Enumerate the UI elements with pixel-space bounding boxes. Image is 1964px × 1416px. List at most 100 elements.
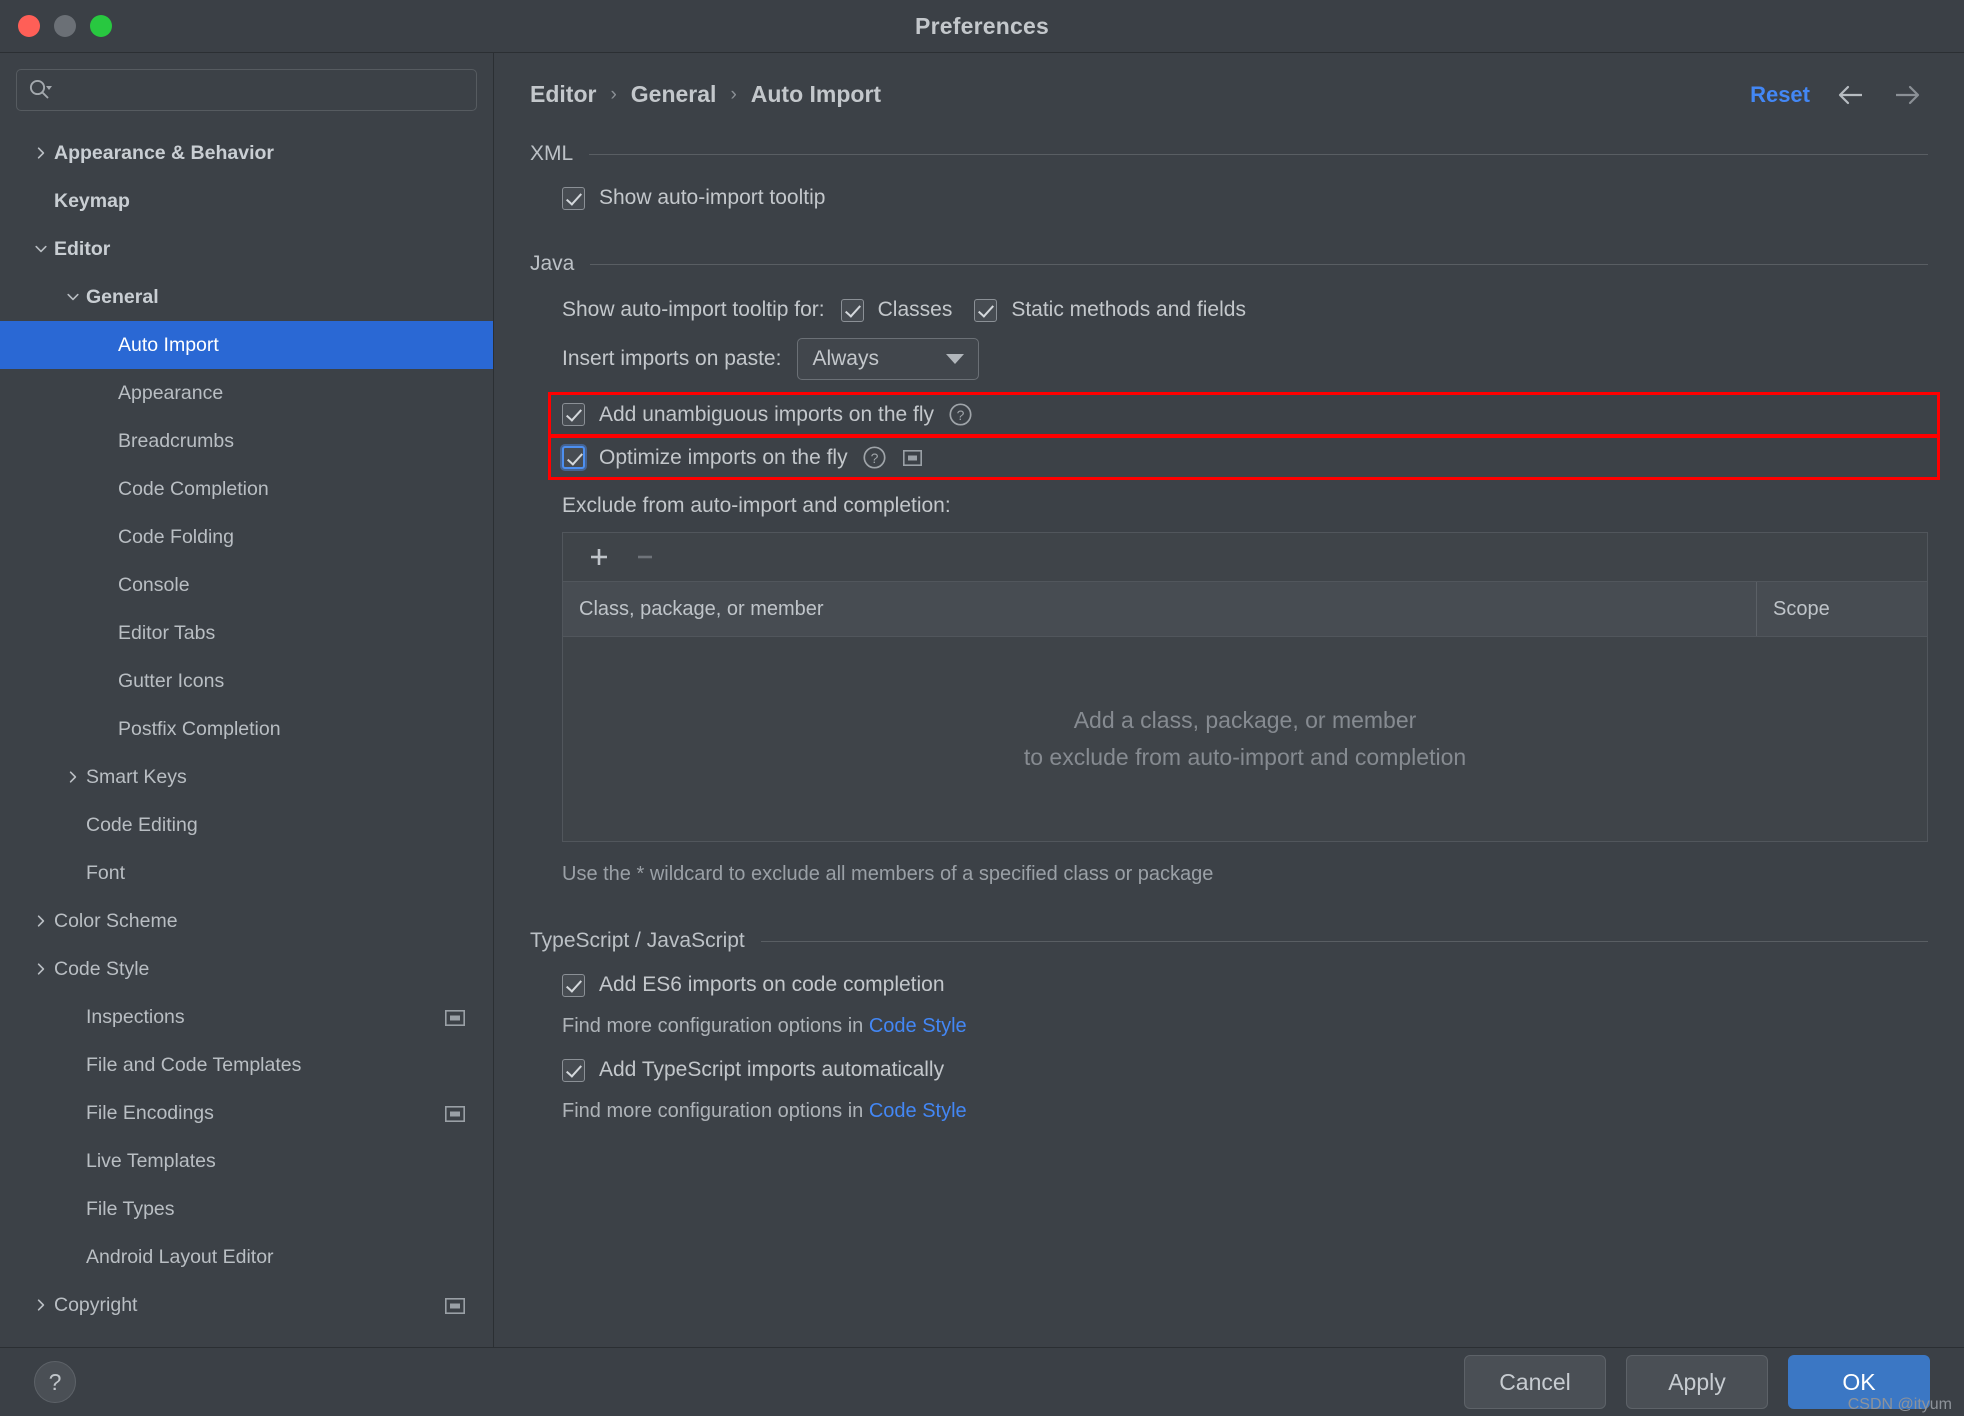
sidebar-item-gutter-icons[interactable]: Gutter Icons bbox=[0, 657, 493, 705]
apply-button[interactable]: Apply bbox=[1626, 1355, 1768, 1409]
sidebar-item-color-scheme[interactable]: Color Scheme bbox=[0, 897, 493, 945]
sidebar-item-label: File Types bbox=[86, 1197, 175, 1220]
window-body: Appearance & Behavior Keymap Editor General… bbox=[0, 53, 1964, 1347]
add-es6-imports-checkbox[interactable] bbox=[562, 973, 585, 997]
sidebar-item-copyright[interactable]: Copyright bbox=[0, 1281, 493, 1329]
add-typescript-imports-checkbox[interactable] bbox=[562, 1058, 585, 1082]
back-arrow-icon[interactable] bbox=[1836, 83, 1866, 107]
sidebar-item-inspections[interactable]: Inspections bbox=[0, 993, 493, 1041]
chevron-right-icon[interactable] bbox=[28, 913, 54, 929]
insert-imports-on-paste-select[interactable]: Always bbox=[797, 338, 980, 380]
sidebar-item-font[interactable]: Font bbox=[0, 849, 493, 897]
sidebar-item-code-editing[interactable]: Code Editing bbox=[0, 801, 493, 849]
java-classes-label: Classes bbox=[877, 298, 953, 321]
sidebar-item-label: Postfix Completion bbox=[118, 717, 281, 740]
sidebar-item-appearance[interactable]: Appearance bbox=[0, 369, 493, 417]
preferences-window: Preferences Appearance & Behavior Keymap E bbox=[0, 0, 1964, 1416]
add-typescript-imports-label: Add TypeScript imports automatically bbox=[599, 1058, 945, 1081]
xml-show-tooltip-checkbox[interactable] bbox=[562, 186, 585, 210]
ts-code-style-link[interactable]: Code Style bbox=[869, 1100, 967, 1122]
add-unambiguous-imports-checkbox[interactable] bbox=[562, 403, 585, 426]
sidebar-item-label: Code Completion bbox=[118, 477, 269, 500]
chevron-right-icon bbox=[92, 625, 118, 641]
forward-arrow-icon[interactable] bbox=[1892, 83, 1922, 107]
sidebar-item-auto-import[interactable]: Auto Import bbox=[0, 321, 493, 369]
chevron-right-icon bbox=[60, 1057, 86, 1073]
window-title: Preferences bbox=[915, 12, 1049, 39]
sidebar-item-code-completion[interactable]: Code Completion bbox=[0, 465, 493, 513]
help-circle-icon[interactable]: ? bbox=[948, 402, 973, 427]
chevron-right-icon[interactable] bbox=[28, 1297, 54, 1313]
reset-link[interactable]: Reset bbox=[1750, 82, 1810, 108]
ts-imports-row[interactable]: Add TypeScript imports automatically bbox=[562, 1058, 1928, 1082]
chevron-down-icon[interactable] bbox=[60, 289, 86, 305]
sidebar-item-label: Inspections bbox=[86, 1005, 185, 1028]
search-box[interactable] bbox=[16, 69, 477, 111]
sidebar-search-wrap bbox=[0, 53, 493, 111]
optimize-imports-row[interactable]: Optimize imports on the fly ? bbox=[562, 445, 1928, 470]
sidebar-item-appearance-behavior[interactable]: Appearance & Behavior bbox=[0, 129, 493, 177]
breadcrumb-separator-icon: › bbox=[730, 83, 737, 105]
add-unambiguous-imports-row[interactable]: Add unambiguous imports on the fly ? bbox=[562, 402, 1928, 427]
exclude-table: Class, package, or member Scope Add a cl… bbox=[562, 532, 1928, 842]
project-scope-badge-icon bbox=[445, 1297, 465, 1314]
sidebar-item-android-layout-editor[interactable]: Android Layout Editor bbox=[0, 1233, 493, 1281]
es6-code-style-note: Find more configuration options in Code … bbox=[562, 1015, 1928, 1038]
breadcrumb-actions: Reset bbox=[1750, 82, 1922, 108]
chevron-right-icon bbox=[92, 721, 118, 737]
maximize-window-button[interactable] bbox=[90, 15, 112, 37]
project-scope-badge-icon bbox=[902, 449, 922, 466]
sidebar-item-code-folding[interactable]: Code Folding bbox=[0, 513, 493, 561]
sidebar-item-label: Copyright bbox=[54, 1293, 138, 1316]
help-circle-icon[interactable]: ? bbox=[862, 445, 887, 470]
es6-code-style-link[interactable]: Code Style bbox=[869, 1015, 967, 1037]
watermark: CSDN @ityum bbox=[1847, 1396, 1952, 1413]
sidebar-item-code-style[interactable]: Code Style bbox=[0, 945, 493, 993]
sidebar-item-keymap[interactable]: Keymap bbox=[0, 177, 493, 225]
chevron-right-icon bbox=[60, 817, 86, 833]
column-header-scope[interactable]: Scope bbox=[1757, 582, 1927, 636]
sidebar-item-smart-keys[interactable]: Smart Keys bbox=[0, 753, 493, 801]
help-button[interactable]: ? bbox=[34, 1361, 76, 1403]
sidebar-item-label: File Encodings bbox=[86, 1101, 214, 1124]
breadcrumb-editor[interactable]: Editor bbox=[530, 81, 596, 108]
java-static-methods-checkbox[interactable] bbox=[974, 298, 998, 322]
sidebar-item-file-encodings[interactable]: File Encodings bbox=[0, 1089, 493, 1137]
sidebar-item-editor[interactable]: Editor bbox=[0, 225, 493, 273]
section-ts-header: TypeScript / JavaScript bbox=[530, 929, 1928, 953]
breadcrumb-general[interactable]: General bbox=[631, 81, 717, 108]
sidebar-item-file-types[interactable]: File Types bbox=[0, 1185, 493, 1233]
chevron-right-icon[interactable] bbox=[28, 961, 54, 977]
close-window-button[interactable] bbox=[18, 15, 40, 37]
add-exclusion-button[interactable] bbox=[585, 543, 613, 571]
chevron-down-icon[interactable] bbox=[28, 241, 54, 257]
search-input[interactable] bbox=[53, 79, 466, 101]
sidebar-item-postfix-completion[interactable]: Postfix Completion bbox=[0, 705, 493, 753]
empty-state-line-1: Add a class, package, or member bbox=[1073, 707, 1417, 733]
sidebar-item-label: Code Folding bbox=[118, 525, 234, 548]
remove-exclusion-button[interactable] bbox=[631, 543, 659, 571]
sidebar-item-editor-tabs[interactable]: Editor Tabs bbox=[0, 609, 493, 657]
sidebar-item-file-and-code-templates[interactable]: File and Code Templates bbox=[0, 1041, 493, 1089]
chevron-right-icon[interactable] bbox=[60, 769, 86, 785]
column-header-member[interactable]: Class, package, or member bbox=[563, 582, 1757, 636]
cancel-button[interactable]: Cancel bbox=[1464, 1355, 1606, 1409]
sidebar-item-live-templates[interactable]: Live Templates bbox=[0, 1137, 493, 1185]
exclude-from-auto-import-label: Exclude from auto-import and completion: bbox=[562, 494, 951, 517]
sidebar-item-console[interactable]: Console bbox=[0, 561, 493, 609]
chevron-right-icon bbox=[60, 1153, 86, 1169]
empty-state-line-2: to exclude from auto-import and completi… bbox=[1023, 744, 1467, 770]
xml-show-tooltip-row[interactable]: Show auto-import tooltip bbox=[562, 186, 1928, 210]
optimize-imports-checkbox[interactable] bbox=[562, 446, 585, 469]
breadcrumb-auto-import: Auto Import bbox=[750, 81, 882, 107]
sidebar-item-label: Appearance bbox=[118, 381, 224, 404]
chevron-right-icon[interactable] bbox=[28, 145, 54, 161]
section-xml-title: XML bbox=[530, 142, 574, 165]
sidebar-item-breadcrumbs[interactable]: Breadcrumbs bbox=[0, 417, 493, 465]
xml-show-tooltip-label: Show auto-import tooltip bbox=[599, 186, 826, 209]
exclude-table-header: Class, package, or member Scope bbox=[563, 582, 1927, 637]
java-classes-checkbox[interactable] bbox=[840, 298, 864, 322]
sidebar-item-general[interactable]: General bbox=[0, 273, 493, 321]
minimize-window-button[interactable] bbox=[54, 15, 76, 37]
es6-imports-row[interactable]: Add ES6 imports on code completion bbox=[562, 973, 1928, 997]
